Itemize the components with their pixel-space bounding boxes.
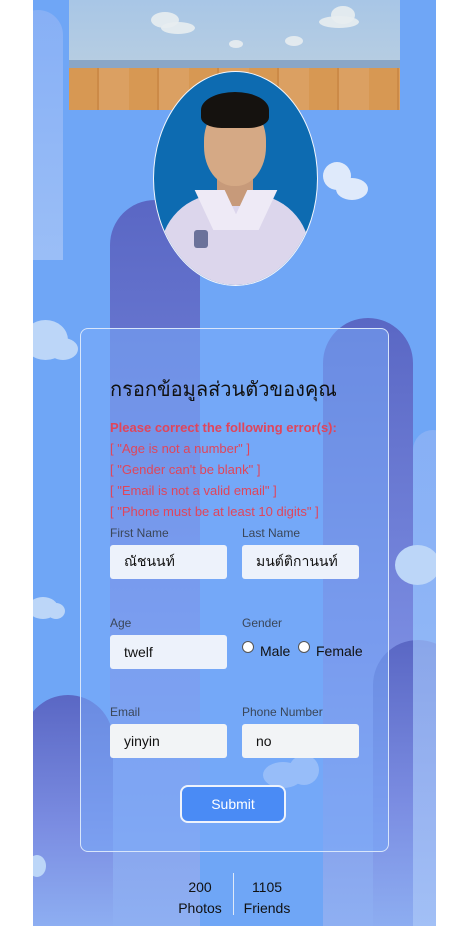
cover-cloud [161,22,195,34]
last-name-label: Last Name [242,526,301,540]
gender-female-option[interactable]: Female [298,641,363,659]
friends-count: 1105 [251,879,283,895]
error-messages: Please correct the following error(s): [… [110,417,380,522]
phone-label: Phone Number [242,705,323,719]
sky-cloud [47,603,65,619]
sky-cloud [395,545,436,585]
age-input[interactable] [110,635,227,669]
error-item: [ "Email is not a valid email" ] [110,483,277,498]
sky-cloud [336,178,368,200]
first-name-label: First Name [110,526,169,540]
profile-stats: 200 Photos 1105 Friends [33,873,436,919]
cover-cloud [285,36,303,46]
friends-label: Friends [243,900,291,916]
personal-info-form: กรอกข้อมูลส่วนตัวของคุณ Please correct t… [80,328,389,852]
avatar-badge [194,230,208,248]
last-name-input[interactable] [242,545,359,579]
gender-male-radio[interactable] [242,641,254,653]
email-label: Email [110,705,141,719]
sky-cloud [48,338,78,360]
age-label: Age [110,616,132,630]
error-item: [ "Gender can't be blank" ] [110,462,261,477]
form-title: กรอกข้อมูลส่วนตัวของคุณ [110,379,337,401]
gender-male-option[interactable]: Male [242,641,291,659]
avatar [153,71,318,286]
gender-female-radio[interactable] [298,641,310,653]
photos-label: Photos [178,900,222,916]
stats-divider [233,873,234,915]
cover-cloud [229,40,243,48]
sky-pillar [33,10,63,260]
gender-male-label: Male [260,643,291,659]
cover-baseboard [69,60,400,68]
submit-button[interactable]: Submit [180,785,286,823]
profile-page: กรอกข้อมูลส่วนตัวของคุณ Please correct t… [33,0,436,926]
first-name-input[interactable] [110,545,227,579]
phone-input[interactable] [242,724,359,758]
error-heading: Please correct the following error(s): [110,420,337,435]
email-input[interactable] [110,724,227,758]
cover-cloud [319,16,359,28]
gender-label: Gender [242,616,283,630]
photos-count: 200 [188,879,212,895]
error-item: [ "Age is not a number" ] [110,441,251,456]
friends-stat[interactable]: 1105 Friends [237,877,297,919]
sky-pillar [413,430,436,926]
avatar-shirt [160,194,310,285]
error-item: [ "Phone must be at least 10 digits" ] [110,504,319,519]
photos-stat[interactable]: 200 Photos [170,877,230,919]
avatar-hair [201,92,269,128]
gender-female-label: Female [316,643,363,659]
